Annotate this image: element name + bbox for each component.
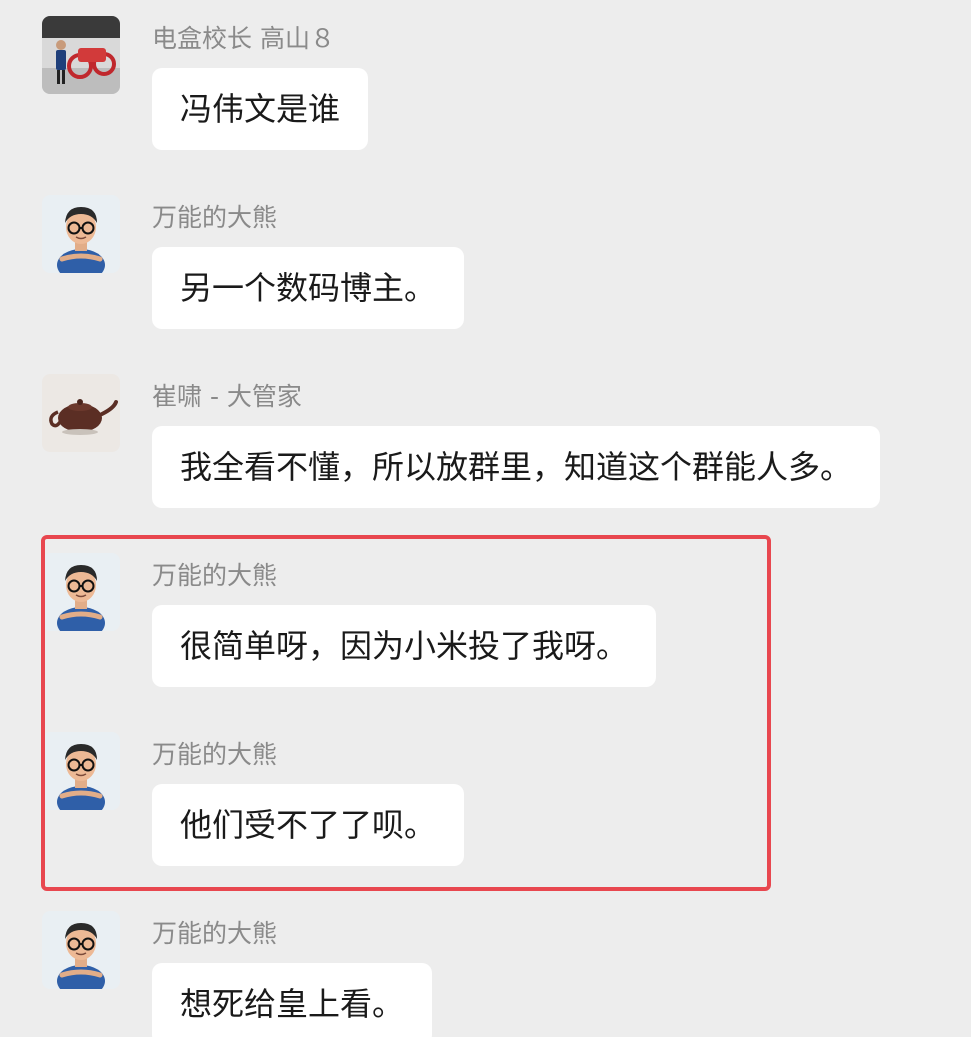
message-bubble[interactable]: 另一个数码博主。 [152,247,465,329]
message-bubble[interactable]: 我全看不懂，所以放群里，知道这个群能人多。 [152,426,881,508]
avatar[interactable] [42,911,120,989]
avatar[interactable] [42,553,120,631]
sender-name: 崔啸 - 大管家 [152,382,302,411]
chat-message-list: 电盒校长 高山８ 冯伟文是谁 万能的大熊 另一个数码博主。 崔啸 - 大管家 我… [0,0,971,1037]
sender-name: 万能的大熊 [152,740,278,769]
sender-name: 万能的大熊 [152,561,278,590]
avatar[interactable] [42,16,120,94]
sender-name: 电盒校长 高山８ [152,24,335,53]
sender-name: 万能的大熊 [152,203,278,232]
sender-name: 万能的大熊 [152,919,278,948]
message-bubble[interactable]: 很简单呀，因为小米投了我呀。 [152,605,657,687]
message-bubble[interactable]: 冯伟文是谁 [152,68,369,150]
avatar[interactable] [42,732,120,810]
message-bubble[interactable]: 他们受不了了呗。 [152,784,465,866]
message-bubble[interactable]: 想死给皇上看。 [152,963,433,1037]
avatar[interactable] [42,374,120,452]
avatar[interactable] [42,195,120,273]
